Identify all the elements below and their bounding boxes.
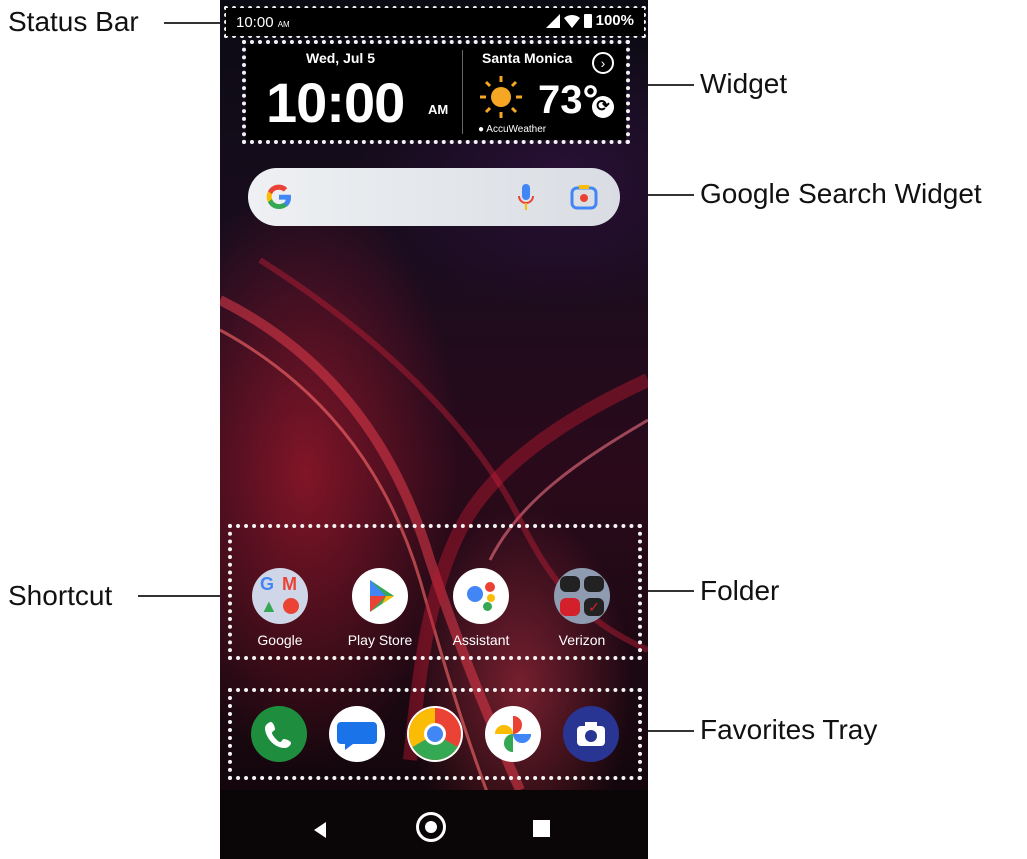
recent-apps-icon[interactable] xyxy=(533,820,550,837)
widget-date: Wed, Jul 5 xyxy=(306,50,375,66)
shortcut-play-store[interactable]: Play Store xyxy=(335,568,425,648)
callout-folder: Folder xyxy=(700,575,780,606)
photos-app[interactable] xyxy=(485,706,541,762)
assistant-icon xyxy=(453,568,509,624)
camera-icon xyxy=(577,722,605,746)
status-icons: 100% xyxy=(545,12,634,29)
widget-provider: ● AccuWeather xyxy=(478,124,547,135)
callout-shortcut-line xyxy=(138,595,228,597)
shortcut-label: Play Store xyxy=(347,632,413,648)
status-time: 10:00 AM xyxy=(236,14,290,31)
shortcut-google-folder[interactable]: G M ▲ Google xyxy=(235,568,325,648)
shortcut-label: Google xyxy=(257,632,303,648)
status-bar[interactable]: 10:00 AM 100% xyxy=(226,8,644,36)
shortcut-label: Verizon xyxy=(558,632,606,648)
widget-refresh-icon[interactable]: ⟳ xyxy=(592,96,614,118)
back-icon[interactable] xyxy=(314,822,326,838)
signal-icon xyxy=(545,13,560,28)
chrome-app[interactable] xyxy=(407,706,463,762)
shortcuts-row: G M ▲ Google Play Store Assistant ✓ Veri… xyxy=(228,524,642,660)
favorites-tray xyxy=(228,688,642,780)
clock-weather-widget[interactable]: Wed, Jul 5 10:00 AM Santa Monica 73° › ⟳… xyxy=(246,44,626,140)
widget-temperature[interactable]: 73° xyxy=(538,78,599,123)
shortcut-label: Assistant xyxy=(452,632,510,648)
wifi-icon xyxy=(563,14,580,28)
verizon-folder-icon: ✓ xyxy=(554,568,610,624)
phone-screen: 10:00 AM 100% Wed, Jul 5 10:00 AM Santa … xyxy=(220,0,648,859)
widget-ampm: AM xyxy=(428,102,449,117)
photos-icon xyxy=(495,716,531,752)
home-icon[interactable] xyxy=(416,812,446,842)
widget-divider xyxy=(462,50,463,134)
callout-favorites-tray-line xyxy=(642,730,694,732)
google-g-icon xyxy=(266,184,292,210)
shortcut-assistant[interactable]: Assistant xyxy=(436,568,526,648)
google-lens-icon[interactable] xyxy=(570,184,598,210)
play-store-icon xyxy=(352,568,408,624)
widget-clock[interactable]: 10:00 xyxy=(266,70,405,135)
folder-verizon[interactable]: ✓ Verizon xyxy=(537,568,627,648)
google-folder-icon: G M ▲ xyxy=(252,568,308,624)
voice-search-mic-icon[interactable] xyxy=(516,184,536,212)
battery-icon xyxy=(583,13,592,28)
camera-app[interactable] xyxy=(563,706,619,762)
chrome-icon xyxy=(409,708,461,760)
callout-shortcut: Shortcut xyxy=(8,580,113,611)
callout-status-bar: Status Bar xyxy=(8,6,139,37)
phone-app[interactable] xyxy=(251,706,307,762)
google-search-bar[interactable] xyxy=(248,168,620,226)
callout-widget: Widget xyxy=(700,68,788,99)
widget-next-arrow-icon[interactable]: › xyxy=(592,52,614,74)
sun-icon xyxy=(480,76,522,118)
messages-app[interactable] xyxy=(329,706,385,762)
callout-status-bar-line xyxy=(164,22,226,24)
widget-city: Santa Monica xyxy=(482,50,573,66)
phone-icon xyxy=(265,722,291,748)
callout-favorites-tray: Favorites Tray xyxy=(700,714,878,745)
navigation-bar xyxy=(220,790,648,859)
callout-google-search-widget: Google Search Widget xyxy=(700,178,982,209)
messages-icon xyxy=(337,722,377,750)
battery-percent: 100% xyxy=(595,12,634,29)
